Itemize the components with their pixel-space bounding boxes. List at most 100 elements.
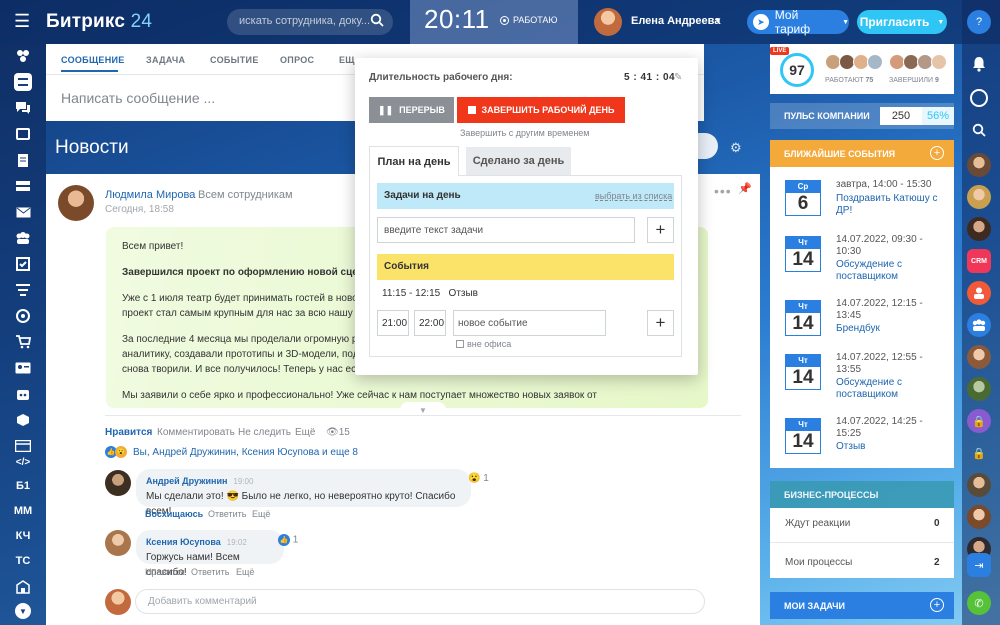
search-icon[interactable] [370,13,384,27]
robot-icon[interactable] [13,384,33,404]
contact-avatar[interactable] [967,185,991,209]
leftbar-item-3[interactable]: КЧ [13,526,33,546]
search-input[interactable]: искать сотрудника, доку... [227,9,393,35]
comment-reaction[interactable]: 😮 1 [468,473,489,484]
tab-event[interactable]: СОБЫТИЕ [210,55,259,65]
comment-author[interactable]: Андрей Дружинин [146,476,227,486]
work-status[interactable]: РАБОТАЮ [500,15,558,25]
feed-icon[interactable] [13,72,33,92]
out-of-office-checkbox[interactable]: вне офиса [456,339,511,349]
cart-icon[interactable] [13,332,33,352]
contact-avatar[interactable] [967,217,991,241]
filter-icon[interactable] [13,280,33,300]
commenter-avatar[interactable] [105,530,131,556]
workgroup-icon[interactable] [967,313,991,337]
end-workday-button[interactable]: ЗАВЕРШИТЬ РАБОЧИЙ ДЕНЬ [457,97,625,123]
user-avatar[interactable] [594,8,622,36]
add-task-button[interactable]: + [647,217,674,243]
building-icon[interactable] [13,577,33,597]
tab-poll[interactable]: ОПРОС [280,55,314,65]
like-button[interactable]: Нравится [105,427,152,438]
invite-button[interactable]: Пригласить ▼ [857,10,947,34]
comment-like-button[interactable]: Восхищаюсь [145,509,203,519]
user-name[interactable]: Елена Андреева [631,15,720,27]
event-link[interactable]: Обсуждение с поставщиком [836,259,948,283]
more-button[interactable]: Ещё [295,427,315,438]
unfollow-button[interactable]: Не следить [238,427,291,438]
bell-icon[interactable] [967,52,991,76]
event-link[interactable]: Брендбук [836,323,948,335]
comment-reaction[interactable]: 👍 1 [278,534,298,546]
break-button[interactable]: ❚❚ ПЕРЕРЫВ [369,97,454,123]
message-input[interactable]: Написать сообщение ... [61,90,215,106]
pencil-icon[interactable]: ✎ [674,72,682,83]
logo[interactable]: Битрикс 24 [46,11,152,33]
comment-button[interactable]: Комментировать [157,427,235,438]
leftbar-item-2[interactable]: ММ [13,501,33,521]
chevron-down-icon[interactable]: ▼ [714,16,722,25]
tab-message[interactable]: СООБЩЕНИЕ [61,55,125,65]
contact-avatar[interactable] [967,505,991,529]
bp-mine-link[interactable]: Мои процессы [785,557,852,568]
contact-avatar[interactable] [967,473,991,497]
author-avatar[interactable] [58,185,94,221]
comment-reply-button[interactable]: Ответить [191,567,229,577]
document-icon[interactable] [13,150,33,170]
reactions[interactable]: 👍 😮 [105,446,127,458]
lock-icon[interactable]: 🔒 [967,441,991,465]
comment-reply-button[interactable]: Ответить [208,509,246,519]
leftbar-item-4[interactable]: ТС [13,551,33,571]
target-icon[interactable] [13,306,33,326]
tasks-icon[interactable] [13,254,33,274]
mail-icon[interactable] [13,202,33,222]
box-icon[interactable] [13,410,33,430]
comment-like-button[interactable]: Нравится [145,567,185,577]
event-link[interactable]: Отзыв [836,441,948,453]
contact-avatar[interactable] [967,153,991,177]
group-icon[interactable] [13,228,33,248]
task-input[interactable]: введите текст задачи [377,217,635,243]
user-group-icon[interactable] [967,281,991,305]
event-link[interactable]: Обсуждение с поставщиком [836,377,948,401]
help-icon[interactable]: ? [967,10,991,34]
clock-time[interactable]: 20:11 [424,4,490,35]
avatar[interactable] [867,54,883,70]
event-start-input[interactable]: 21:00 [377,310,409,336]
chevron-down-icon[interactable]: ▼ [13,601,33,621]
chat-icon[interactable] [13,98,33,118]
menu-icon[interactable]: ☰ [14,12,30,30]
phone-icon[interactable]: ✆ [967,591,991,615]
tariff-button[interactable]: ➤ Мой тариф ▼ [747,8,849,36]
tab-plan[interactable]: План на день [369,146,459,176]
comment-more-button[interactable]: Ещё [252,509,270,519]
export-icon[interactable]: ⇥ [967,553,991,577]
post-audience[interactable]: Всем сотрудникам [198,189,293,201]
add-comment-input[interactable]: Добавить комментарий [135,589,705,614]
reactions-list[interactable]: Вы, Андрей Дружинин, Ксения Юсупова и ещ… [133,447,358,458]
new-event-input[interactable]: новое событие [453,310,606,336]
comment-author[interactable]: Ксения Юсупова [146,537,221,547]
end-other-time-link[interactable]: Завершить с другим временем [460,128,590,138]
comment-more-button[interactable]: Ещё [236,567,254,577]
calendar-icon[interactable] [13,124,33,144]
drive-icon[interactable] [13,176,33,196]
plus-icon[interactable]: + [930,598,944,612]
contact-card-icon[interactable] [13,358,33,378]
company-score[interactable]: 97 [780,53,814,87]
tab-more[interactable]: ЕЩ [339,55,355,65]
event-link[interactable]: Поздравить Катюшу с ДР! [836,193,948,217]
pick-from-list-link[interactable]: выбрать из списка [595,191,672,201]
contact-avatar[interactable] [967,345,991,369]
pin-icon[interactable]: 📌 [738,182,752,195]
refresh-icon[interactable] [967,86,991,110]
contact-avatar[interactable] [967,377,991,401]
search-icon[interactable] [967,118,991,142]
puzzle-icon[interactable] [13,46,33,66]
code-icon[interactable]: </> [13,452,33,472]
plus-icon[interactable]: + [930,146,944,160]
bp-waiting-link[interactable]: Ждут реакции [785,518,850,529]
event-end-input[interactable]: 22:00 [414,310,446,336]
lock-icon[interactable]: 🔒 [967,409,991,433]
event-row[interactable]: 11:15 - 12:15 Отзыв [382,288,478,299]
add-event-button[interactable]: + [647,310,674,336]
